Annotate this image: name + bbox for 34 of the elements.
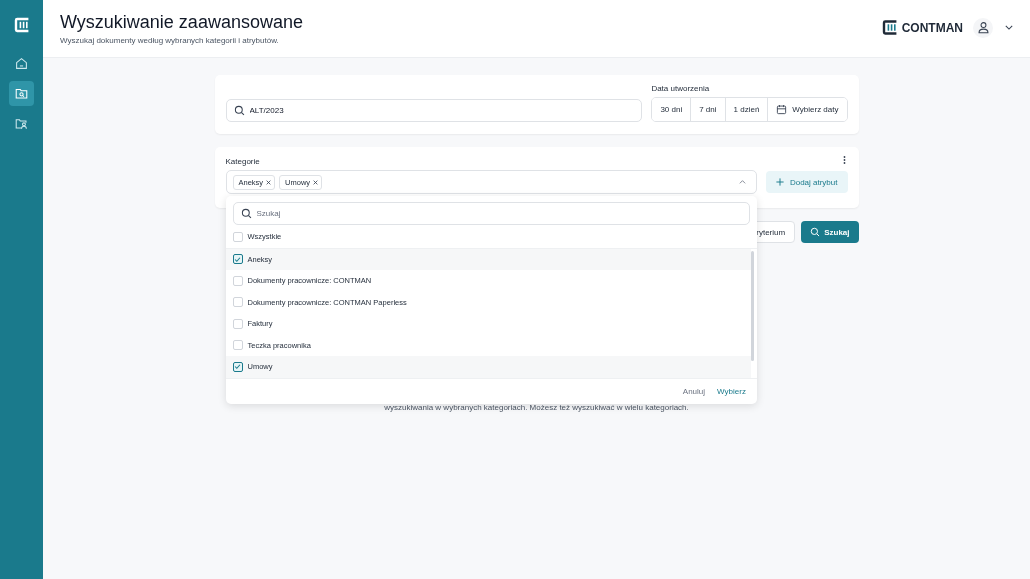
- add-attribute-button[interactable]: Dodaj atrybut: [765, 171, 848, 193]
- search-icon: [233, 105, 245, 116]
- more-options-icon[interactable]: [842, 155, 846, 165]
- folder-person-icon: [15, 117, 28, 130]
- remove-tag-icon[interactable]: [266, 179, 272, 185]
- page-subtitle: Wyszukaj dokumenty według wybranych kategorii i atrybutów.: [60, 36, 280, 45]
- search-folder-nav-button[interactable]: [9, 81, 34, 106]
- remove-tag-icon[interactable]: [313, 179, 319, 185]
- search-icon: [240, 208, 252, 219]
- calendar-icon: [776, 104, 788, 115]
- logo-icon: [13, 16, 30, 34]
- search-icon: [810, 227, 821, 237]
- user-avatar-button[interactable]: [973, 17, 993, 38]
- chevron-icon: [738, 180, 746, 184]
- chevron-down-icon[interactable]: [1005, 25, 1013, 30]
- home-icon: [15, 57, 28, 70]
- page-title: Wyszukiwanie zaawansowane: [60, 12, 303, 33]
- brand-name: CONTMAN: [901, 20, 963, 35]
- search-field[interactable]: ALT/2023: [225, 99, 643, 122]
- hint-text: wyszukiwania w wybranych kategoriach. Możesz też wyszukiwać w wielu kategoriach.: [384, 403, 689, 412]
- cancel-button[interactable]: Anuluj: [682, 386, 706, 396]
- user-icon: [976, 21, 990, 34]
- folder-search-icon: [15, 87, 28, 100]
- date-range-button[interactable]: 30 dni: [652, 98, 692, 121]
- checkbox[interactable]: [232, 254, 243, 265]
- plus-icon: [775, 178, 784, 186]
- search-button[interactable]: Szukaj: [801, 221, 859, 243]
- checkbox[interactable]: [232, 361, 243, 372]
- date-filter-label: Data utworzenia: [651, 84, 711, 93]
- categories-label: Kategorie: [225, 157, 260, 166]
- dropdown-search-field[interactable]: Szukaj: [232, 202, 750, 225]
- scrollbar-thumb[interactable]: [750, 250, 754, 361]
- select-button[interactable]: Wybierz: [717, 386, 746, 396]
- brand-logo-icon: [881, 19, 898, 36]
